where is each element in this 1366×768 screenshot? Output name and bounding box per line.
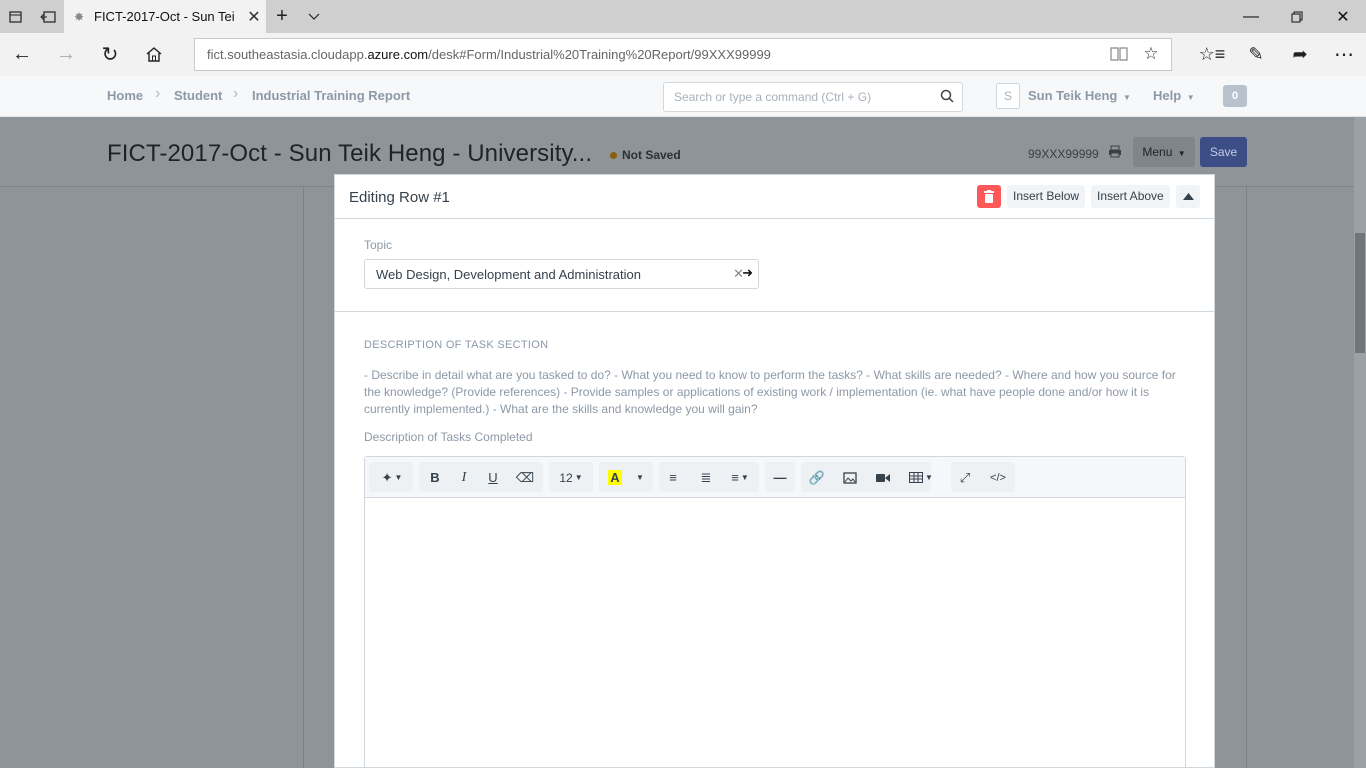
editor-content-area[interactable]: [365, 498, 1185, 768]
trash-icon: [984, 190, 994, 203]
section-description: - Describe in detail what are you tasked…: [364, 368, 1176, 416]
breadcrumb-separator-icon: ›: [233, 85, 239, 102]
status-indicator: Not Saved: [610, 148, 681, 162]
status-dot-icon: [610, 152, 617, 159]
forward-icon[interactable]: →: [44, 33, 88, 76]
web-note-icon[interactable]: ✎: [1234, 33, 1278, 76]
document-name: 99XXX99999: [1028, 147, 1099, 161]
section-heading: DESCRIPTION OF TASK SECTION: [364, 339, 549, 351]
url-prefix: fict.southeastasia.cloudapp.: [207, 47, 368, 62]
video-icon[interactable]: [871, 465, 895, 490]
open-link-arrow-icon[interactable]: ➜: [742, 265, 753, 281]
tab-preview-chevron-icon[interactable]: [298, 0, 330, 33]
breadcrumb-student[interactable]: Student: [174, 88, 222, 103]
help-menu[interactable]: Help ▼: [1153, 88, 1195, 103]
table-icon[interactable]: ▼: [906, 465, 936, 490]
favorite-star-icon[interactable]: ☆: [1135, 38, 1167, 70]
font-size-value: 12: [559, 470, 573, 485]
tab-close-icon[interactable]: ✕: [242, 7, 266, 27]
search-icon[interactable]: [940, 89, 954, 106]
italic-icon[interactable]: I: [452, 465, 476, 490]
editor-toolbar: ✦ ▼ B I U ⌫ 12 ▼ A ▼ ≡ ≣ ≡ ▼ — 🔗 ▼ ⤢ </>: [365, 457, 1185, 498]
breadcrumb-separator-icon: ›: [155, 85, 161, 102]
print-icon[interactable]: [1108, 145, 1122, 161]
tab-title: FICT-2017-Oct - Sun Tei: [94, 9, 235, 24]
tab-actions-icon[interactable]: [0, 0, 32, 33]
page-title: FICT-2017-Oct - Sun Teik Heng - Universi…: [107, 140, 593, 167]
bullet-list-icon[interactable]: ≡: [661, 465, 685, 490]
menu-button[interactable]: Menu ▼: [1133, 137, 1195, 167]
insert-above-button[interactable]: Insert Above: [1091, 185, 1170, 208]
restore-icon[interactable]: [1274, 0, 1320, 33]
highlight-color-icon[interactable]: A: [603, 465, 627, 490]
editing-row-title: Editing Row #1: [349, 189, 450, 206]
share-icon[interactable]: ➦: [1278, 33, 1322, 76]
status-text: Not Saved: [622, 148, 681, 162]
avatar[interactable]: S: [996, 83, 1020, 109]
topic-field[interactable]: Web Design, Development and Administrati…: [364, 259, 759, 289]
minimize-icon[interactable]: —: [1228, 0, 1274, 33]
caret-up-icon: [1182, 193, 1194, 200]
scrollbar[interactable]: [1354, 117, 1366, 768]
notification-badge[interactable]: 0: [1223, 85, 1247, 107]
user-menu[interactable]: Sun Teik Heng ▼: [1028, 88, 1131, 103]
align-icon[interactable]: ≡ ▼: [725, 465, 755, 490]
tab-active[interactable]: ✸ FICT-2017-Oct - Sun Tei ✕: [64, 0, 266, 33]
url-path: /desk#Form/Industrial%20Training%20Repor…: [428, 47, 771, 62]
editing-row-panel: Editing Row #1 Insert Below Insert Above…: [334, 174, 1215, 768]
divider: [335, 311, 1214, 312]
url-host: azure.com: [367, 47, 429, 62]
help-label: Help: [1153, 88, 1182, 103]
code-view-icon[interactable]: </>: [986, 465, 1010, 490]
set-tabs-aside-icon[interactable]: [32, 0, 64, 33]
style-magic-icon[interactable]: ✦ ▼: [375, 465, 409, 490]
reading-view-icon[interactable]: [1103, 38, 1135, 70]
bold-icon[interactable]: B: [423, 465, 447, 490]
caret-down-icon: ▼: [1177, 149, 1186, 158]
horizontal-rule-icon[interactable]: —: [768, 465, 792, 490]
caret-down-icon: ▼: [1122, 93, 1131, 102]
caret-down-icon[interactable]: ▼: [631, 465, 649, 490]
back-icon[interactable]: ←: [0, 33, 44, 76]
window-close-icon[interactable]: ✕: [1320, 0, 1366, 33]
font-size-dropdown[interactable]: 12 ▼: [553, 465, 589, 490]
numbered-list-icon[interactable]: ≣: [694, 465, 718, 490]
browser-tab-bar: ✸ FICT-2017-Oct - Sun Tei ✕ + — ✕: [0, 0, 1366, 33]
breadcrumb-home[interactable]: Home: [107, 88, 143, 103]
tab-favicon-icon: ✸: [74, 9, 85, 24]
user-name: Sun Teik Heng: [1028, 88, 1118, 103]
delete-row-button[interactable]: [977, 185, 1001, 208]
topic-label: Topic: [364, 238, 393, 252]
refresh-icon[interactable]: ↻: [88, 33, 132, 76]
home-icon[interactable]: [132, 33, 176, 76]
rich-text-editor: ✦ ▼ B I U ⌫ 12 ▼ A ▼ ≡ ≣ ≡ ▼ — 🔗 ▼ ⤢ </>: [364, 456, 1186, 768]
eraser-icon[interactable]: ⌫: [513, 465, 537, 490]
url-field[interactable]: fict.southeastasia.cloudapp. azure.com/de…: [194, 38, 1172, 71]
image-icon[interactable]: [838, 465, 862, 490]
app-navbar: Home › Student › Industrial Training Rep…: [0, 76, 1366, 117]
search-placeholder: Search or type a command (Ctrl + G): [674, 90, 872, 104]
new-tab-icon[interactable]: +: [266, 0, 298, 33]
tasks-completed-label: Description of Tasks Completed: [364, 430, 533, 444]
fullscreen-icon[interactable]: ⤢: [953, 465, 977, 490]
link-icon[interactable]: 🔗: [805, 465, 829, 490]
save-button[interactable]: Save: [1200, 137, 1247, 167]
insert-below-button[interactable]: Insert Below: [1007, 185, 1086, 208]
caret-down-icon: ▼: [1186, 93, 1195, 102]
more-icon[interactable]: ⋯: [1322, 33, 1366, 76]
scrollbar-thumb[interactable]: [1355, 233, 1365, 353]
topic-value: Web Design, Development and Administrati…: [376, 266, 641, 282]
collapse-row-button[interactable]: [1176, 185, 1200, 208]
menu-label: Menu: [1142, 145, 1173, 159]
favorites-hub-icon[interactable]: ☆≡: [1190, 33, 1234, 76]
editing-row-header: Editing Row #1 Insert Below Insert Above: [335, 175, 1214, 219]
breadcrumb-industrial-training-report[interactable]: Industrial Training Report: [252, 88, 410, 103]
search-input[interactable]: Search or type a command (Ctrl + G): [663, 82, 963, 112]
caret-down-icon: ▼: [574, 473, 583, 482]
underline-icon[interactable]: U: [481, 465, 505, 490]
browser-address-bar: ← → ↻ fict.southeastasia.cloudapp. azure.…: [0, 33, 1366, 76]
